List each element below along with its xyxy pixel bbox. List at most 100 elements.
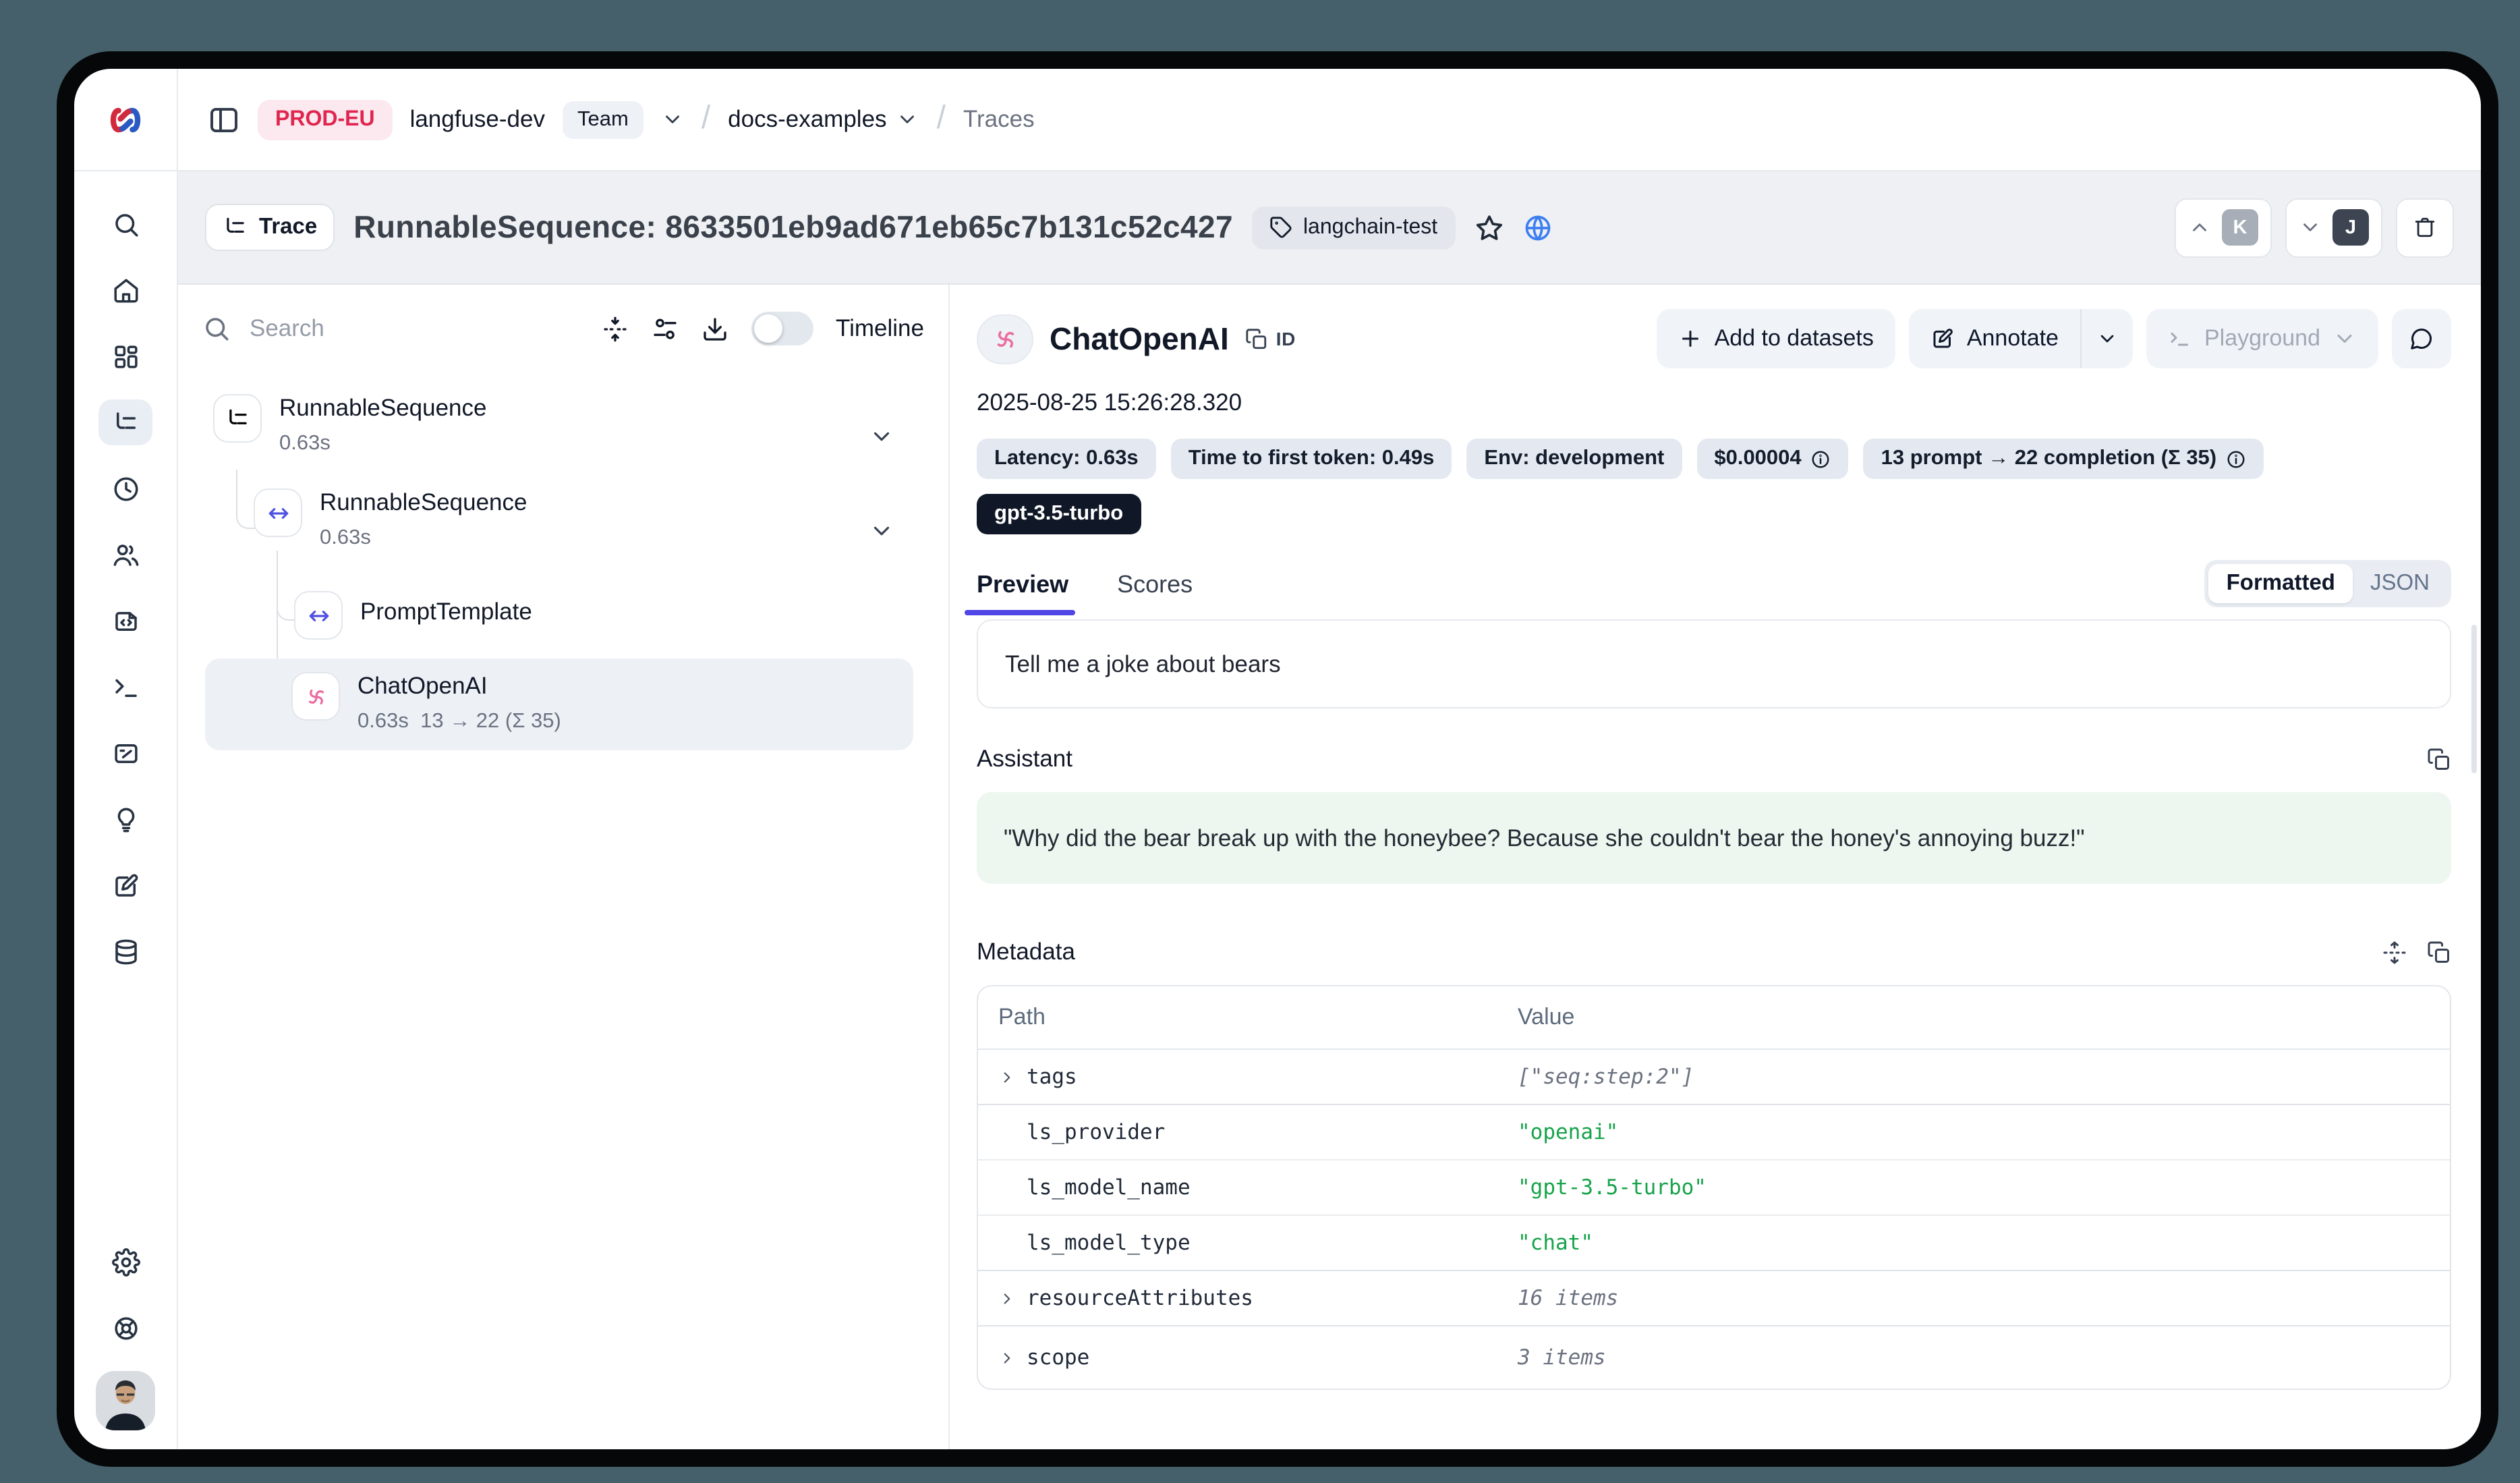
org-chevron-down-icon[interactable] bbox=[661, 108, 684, 131]
metric-badges: Latency: 0.63s Time to first token: 0.49… bbox=[977, 439, 2451, 479]
sidebar-rail bbox=[74, 69, 178, 1449]
copy-metadata-icon[interactable] bbox=[2427, 940, 2451, 964]
prompts-icon[interactable] bbox=[98, 598, 152, 644]
assistant-message-text: "Why did the bear break up with the hone… bbox=[1004, 824, 2085, 852]
observation-tree-panel: Timeline RunnableSequence0.63s bbox=[178, 285, 950, 1449]
filter-settings-icon[interactable] bbox=[651, 315, 678, 342]
user-message-text: Tell me a joke about bears bbox=[1005, 650, 1281, 678]
timeline-toggle[interactable] bbox=[751, 312, 813, 345]
format-json-option[interactable]: JSON bbox=[2353, 564, 2447, 603]
tab-preview[interactable]: Preview bbox=[977, 571, 1068, 615]
chevron-right-icon bbox=[998, 1068, 1016, 1086]
tree-search-input[interactable] bbox=[247, 313, 585, 344]
annotation-queues-icon[interactable] bbox=[98, 862, 152, 908]
tracing-icon[interactable] bbox=[98, 399, 152, 445]
environment-badge: PROD-EU bbox=[258, 99, 393, 140]
home-icon[interactable] bbox=[98, 267, 152, 313]
column-value: Value bbox=[1518, 1004, 2450, 1031]
generation-pinwheel-icon bbox=[977, 314, 1033, 364]
bookmark-star-icon[interactable] bbox=[1474, 213, 1504, 242]
model-badge[interactable]: gpt-3.5-turbo bbox=[977, 494, 1141, 534]
tree-node-chatopenai-selected[interactable]: ChatOpenAI 0.63s 13 → 22 (Σ 35) bbox=[205, 659, 913, 750]
shortcut-k: K bbox=[2222, 209, 2258, 246]
collapse-all-icon[interactable] bbox=[601, 315, 628, 342]
copy-assistant-icon[interactable] bbox=[2427, 747, 2451, 771]
tree-connector bbox=[236, 470, 255, 529]
tab-scores[interactable]: Scores bbox=[1117, 571, 1193, 615]
chat-bubble-icon bbox=[2409, 327, 2434, 351]
chevron-down-icon bbox=[2332, 327, 2357, 351]
metadata-section-header: Metadata bbox=[977, 938, 2451, 966]
chevron-right-icon bbox=[998, 1349, 1016, 1366]
trace-nav-buttons: K J bbox=[2175, 198, 2454, 257]
trace-header: Trace RunnableSequence: 8633501eb9ad671e… bbox=[178, 171, 2481, 285]
evals-icon[interactable] bbox=[98, 796, 152, 842]
datasets-icon[interactable] bbox=[98, 928, 152, 974]
trace-type-badge: Trace bbox=[205, 204, 335, 251]
metadata-table-header: Path Value bbox=[978, 986, 2450, 1050]
annotate-split-button: Annotate bbox=[1909, 309, 2133, 368]
sidebar-nav bbox=[98, 201, 152, 974]
ttft-badge: Time to first token: 0.49s bbox=[1171, 439, 1452, 479]
copy-id-button[interactable]: ID bbox=[1245, 327, 1296, 350]
detail-tabs: Preview Scores Formatted JSON bbox=[977, 560, 2451, 615]
next-trace-button[interactable]: J bbox=[2285, 198, 2382, 257]
plus-icon bbox=[1678, 327, 1702, 351]
comment-button[interactable] bbox=[2392, 309, 2451, 368]
cost-badge: $0.00004 bbox=[1696, 439, 1848, 479]
trace-title: RunnableSequence: 8633501eb9ad671eb65c7b… bbox=[353, 209, 1233, 246]
tree-node-root[interactable]: RunnableSequence0.63s bbox=[213, 394, 487, 456]
org-type-badge: Team bbox=[563, 101, 643, 138]
download-icon[interactable] bbox=[701, 315, 728, 342]
format-toggle: Formatted JSON bbox=[2205, 560, 2451, 607]
collapse-node-chevron[interactable] bbox=[869, 424, 894, 449]
settings-gear-icon[interactable] bbox=[98, 1239, 152, 1285]
span-arrows-icon bbox=[294, 591, 343, 640]
user-avatar[interactable] bbox=[96, 1371, 155, 1430]
project-name: docs-examples bbox=[728, 105, 886, 134]
column-path: Path bbox=[998, 1004, 1518, 1031]
add-to-datasets-button[interactable]: Add to datasets bbox=[1657, 309, 1895, 368]
trace-tree: RunnableSequence0.63s RunnableSequence0.… bbox=[202, 394, 924, 799]
sessions-icon[interactable] bbox=[98, 466, 152, 511]
knot-logo-icon bbox=[105, 103, 146, 136]
annotate-button[interactable]: Annotate bbox=[1909, 309, 2080, 368]
format-formatted-option[interactable]: Formatted bbox=[2209, 564, 2353, 603]
annotate-dropdown-chevron[interactable] bbox=[2080, 309, 2133, 368]
tree-node-prompt-template[interactable]: PromptTemplate bbox=[294, 591, 532, 640]
breadcrumb: PROD-EU langfuse-dev Team / docs-example… bbox=[178, 69, 2481, 171]
metadata-row-tags[interactable]: tags ["seq:step:2"] bbox=[978, 1050, 2450, 1104]
info-icon[interactable] bbox=[1811, 449, 1831, 469]
metadata-row-resource-attributes[interactable]: resourceAttributes 16 items bbox=[978, 1270, 2450, 1325]
users-icon[interactable] bbox=[98, 532, 152, 578]
avatar-image bbox=[96, 1371, 155, 1430]
scores-icon[interactable] bbox=[98, 730, 152, 776]
panel-toggle-icon[interactable] bbox=[208, 103, 240, 136]
info-icon[interactable] bbox=[2226, 449, 2246, 469]
playground-button[interactable]: Playground bbox=[2146, 309, 2378, 368]
search-icon[interactable] bbox=[98, 201, 152, 247]
metadata-row-ls-model-name: ls_model_name "gpt-3.5-turbo" bbox=[978, 1159, 2450, 1214]
timeline-label: Timeline bbox=[836, 314, 924, 343]
scrollbar-thumb[interactable] bbox=[2471, 625, 2477, 773]
project-selector[interactable]: docs-examples bbox=[728, 105, 919, 134]
trace-tag-chip[interactable]: langchain-test bbox=[1252, 206, 1455, 249]
collapse-node-chevron[interactable] bbox=[869, 518, 894, 544]
token-usage-badge: 13 prompt → 22 completion (Σ 35) bbox=[1864, 439, 2264, 479]
expand-metadata-icon[interactable] bbox=[2382, 940, 2407, 964]
observation-detail-panel: ChatOpenAI ID Add to datasets bbox=[950, 285, 2481, 1449]
chevron-down-icon bbox=[2299, 216, 2322, 239]
latency-badge: Latency: 0.63s bbox=[977, 439, 1156, 479]
org-logo bbox=[74, 69, 177, 171]
shortcut-j: J bbox=[2332, 209, 2369, 246]
dashboards-icon[interactable] bbox=[98, 333, 152, 379]
support-icon[interactable] bbox=[98, 1305, 152, 1351]
prev-trace-button[interactable]: K bbox=[2175, 198, 2272, 257]
public-globe-icon[interactable] bbox=[1522, 213, 1552, 242]
delete-trace-button[interactable] bbox=[2396, 198, 2454, 257]
tree-node-sequence[interactable]: RunnableSequence0.63s bbox=[254, 488, 527, 551]
playground-icon[interactable] bbox=[98, 664, 152, 710]
project-chevron-down-icon bbox=[896, 108, 919, 131]
sidebar-bottom bbox=[96, 1239, 155, 1449]
metadata-row-scope[interactable]: scope 3 items bbox=[978, 1325, 2450, 1389]
